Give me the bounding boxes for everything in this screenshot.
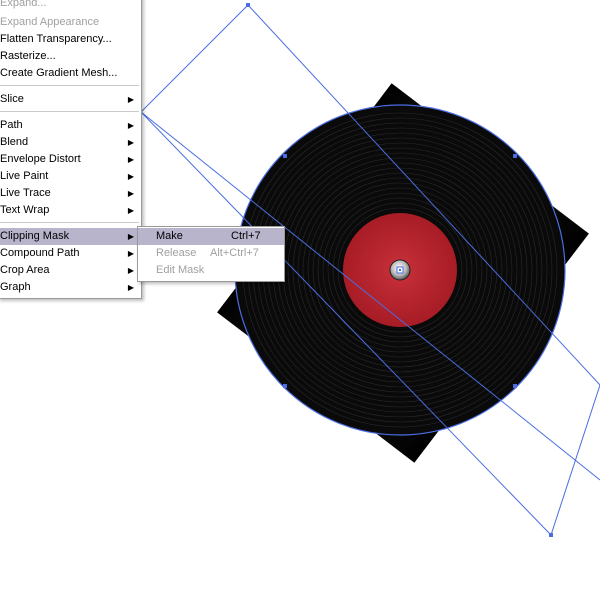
- submenu-arrow-icon: ▶: [127, 172, 134, 181]
- menu-item-label: Rasterize...: [0, 50, 56, 62]
- submenu-arrow-icon: ▶: [127, 266, 134, 275]
- menu-item-envelope-distort[interactable]: Envelope Distort ▶: [0, 151, 141, 168]
- menu-item-path[interactable]: Path ▶: [0, 117, 141, 134]
- menu-item-flatten-transparency[interactable]: Flatten Transparency...: [0, 31, 141, 48]
- menu-item-label: Live Trace: [0, 187, 51, 199]
- submenu-item-make[interactable]: Make Ctrl+7: [138, 228, 284, 245]
- submenu-arrow-icon: ▶: [127, 189, 134, 198]
- submenu-arrow-icon: ▶: [127, 138, 134, 147]
- menu-item-label: Expand...: [0, 0, 47, 9]
- center-point-icon: [396, 266, 404, 274]
- menu-item-label: Expand Appearance: [0, 16, 100, 28]
- menu-item-create-gradient-mesh[interactable]: Create Gradient Mesh...: [0, 65, 141, 82]
- menu-separator: [0, 85, 139, 86]
- menu-item-compound-path[interactable]: Compound Path ▶: [0, 245, 141, 262]
- submenu-item-label: Edit Mask: [156, 264, 205, 276]
- menu-item-label: Slice: [0, 93, 24, 105]
- menu-item-label: Blend: [0, 136, 29, 148]
- submenu-arrow-icon: ▶: [127, 95, 134, 104]
- menu-item-graph[interactable]: Graph ▶: [0, 279, 141, 296]
- menu-item-live-paint[interactable]: Live Paint ▶: [0, 168, 141, 185]
- submenu-arrow-icon: ▶: [127, 232, 134, 241]
- menu-item-crop-area[interactable]: Crop Area ▶: [0, 262, 141, 279]
- submenu-item-label: Make: [156, 230, 183, 242]
- submenu-item-release[interactable]: Release Alt+Ctrl+7: [138, 245, 284, 262]
- menu-item-live-trace[interactable]: Live Trace ▶: [0, 185, 141, 202]
- menu-item-label: Envelope Distort: [0, 153, 81, 165]
- submenu-item-label: Release: [156, 247, 197, 259]
- menu-item-label: Path: [0, 119, 23, 131]
- menu-item-label: Live Paint: [0, 170, 49, 182]
- menu-item-label: Crop Area: [0, 264, 50, 276]
- menu-item-label: Graph: [0, 281, 31, 293]
- menu-item-expand-appearance[interactable]: Expand Appearance: [0, 14, 141, 31]
- menu-item-blend[interactable]: Blend ▶: [0, 134, 141, 151]
- shortcut-text: Ctrl+7: [231, 230, 261, 242]
- object-menu: Expand... Expand Appearance Flatten Tran…: [0, 0, 142, 299]
- menu-item-slice[interactable]: Slice ▶: [0, 91, 141, 108]
- menu-item-label: Create Gradient Mesh...: [0, 67, 118, 79]
- menu-item-label: Flatten Transparency...: [0, 33, 112, 45]
- menu-item-rasterize[interactable]: Rasterize...: [0, 48, 141, 65]
- menu-separator: [0, 222, 139, 223]
- menu-separator: [0, 111, 139, 112]
- menu-item-label: Text Wrap: [0, 204, 50, 216]
- submenu-arrow-icon: ▶: [127, 249, 134, 258]
- submenu-arrow-icon: ▶: [127, 206, 134, 215]
- menu-item-clipping-mask[interactable]: Clipping Mask ▶: [0, 228, 141, 245]
- submenu-arrow-icon: ▶: [127, 121, 134, 130]
- menu-item-expand[interactable]: Expand...: [0, 0, 141, 12]
- submenu-arrow-icon: ▶: [127, 155, 134, 164]
- shortcut-text: Alt+Ctrl+7: [210, 247, 259, 259]
- menu-item-label: Clipping Mask: [0, 230, 70, 242]
- menu-item-label: Compound Path: [0, 247, 80, 259]
- clipping-mask-submenu: Make Ctrl+7 Release Alt+Ctrl+7 Edit Mask: [137, 226, 285, 282]
- menu-item-text-wrap[interactable]: Text Wrap ▶: [0, 202, 141, 219]
- submenu-arrow-icon: ▶: [127, 283, 134, 292]
- submenu-item-edit-mask[interactable]: Edit Mask: [138, 262, 284, 279]
